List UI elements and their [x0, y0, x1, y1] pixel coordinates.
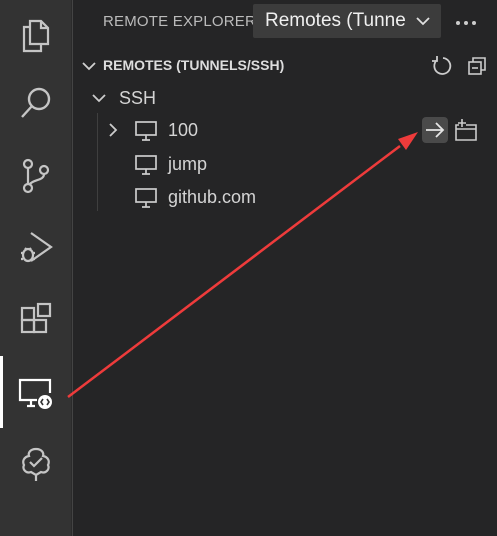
source-control-button[interactable]	[0, 140, 72, 212]
source-control-icon	[22, 158, 50, 194]
remotes-select-value: Remotes (Tunne	[265, 10, 406, 31]
ssh-group[interactable]: SSH	[73, 82, 497, 114]
monitor-icon	[135, 155, 157, 175]
arrow-right-icon	[426, 122, 445, 138]
chevron-down-icon	[82, 62, 96, 71]
chevron-down-icon	[92, 94, 106, 103]
chevron-right-icon	[109, 123, 118, 137]
files-icon	[22, 19, 50, 53]
remotes-select[interactable]: Remotes (Tunne	[253, 4, 441, 38]
activity-bar	[0, 0, 72, 536]
ellipsis-icon	[456, 21, 476, 25]
more-actions-button[interactable]	[451, 8, 481, 38]
remotes-section-header[interactable]: REMOTES (TUNNELS/SSH)	[73, 52, 497, 80]
tree-badge-icon	[22, 447, 50, 481]
remote-explorer-sidebar: REMOTE EXPLORER Remotes (Tunne REMOTES (…	[72, 0, 497, 536]
search-button[interactable]	[0, 67, 72, 139]
remote-explorer-icon	[18, 378, 52, 409]
remote-explorer-button[interactable]	[0, 356, 72, 428]
run-debug-icon	[21, 232, 53, 263]
chevron-down-icon	[416, 17, 430, 26]
monitor-icon	[135, 121, 157, 141]
extensions-icon	[20, 302, 52, 334]
tree-badge-button[interactable]	[0, 428, 72, 500]
host-label: github.com	[168, 187, 257, 207]
host-item[interactable]: github.com	[73, 181, 497, 213]
ssh-group-label: SSH	[119, 88, 157, 108]
refresh-icon[interactable]	[429, 54, 453, 78]
connect-in-new-window-button[interactable]	[453, 117, 479, 143]
run-debug-button[interactable]	[0, 212, 72, 284]
extensions-button[interactable]	[0, 284, 72, 356]
host-label: jump	[168, 154, 208, 174]
search-icon	[21, 87, 51, 118]
view-title: REMOTE EXPLORER	[103, 13, 257, 30]
explorer-button[interactable]	[0, 0, 72, 72]
connect-in-current-window-button[interactable]	[422, 117, 448, 143]
collapse-all-icon[interactable]	[465, 54, 489, 78]
monitor-icon	[135, 188, 157, 208]
section-title: REMOTES (TUNNELS/SSH)	[103, 57, 285, 73]
view-title-bar: REMOTE EXPLORER Remotes (Tunne	[73, 0, 497, 46]
host-label: 100	[168, 120, 199, 140]
new-window-icon	[455, 119, 477, 141]
host-item[interactable]: jump	[73, 148, 497, 180]
